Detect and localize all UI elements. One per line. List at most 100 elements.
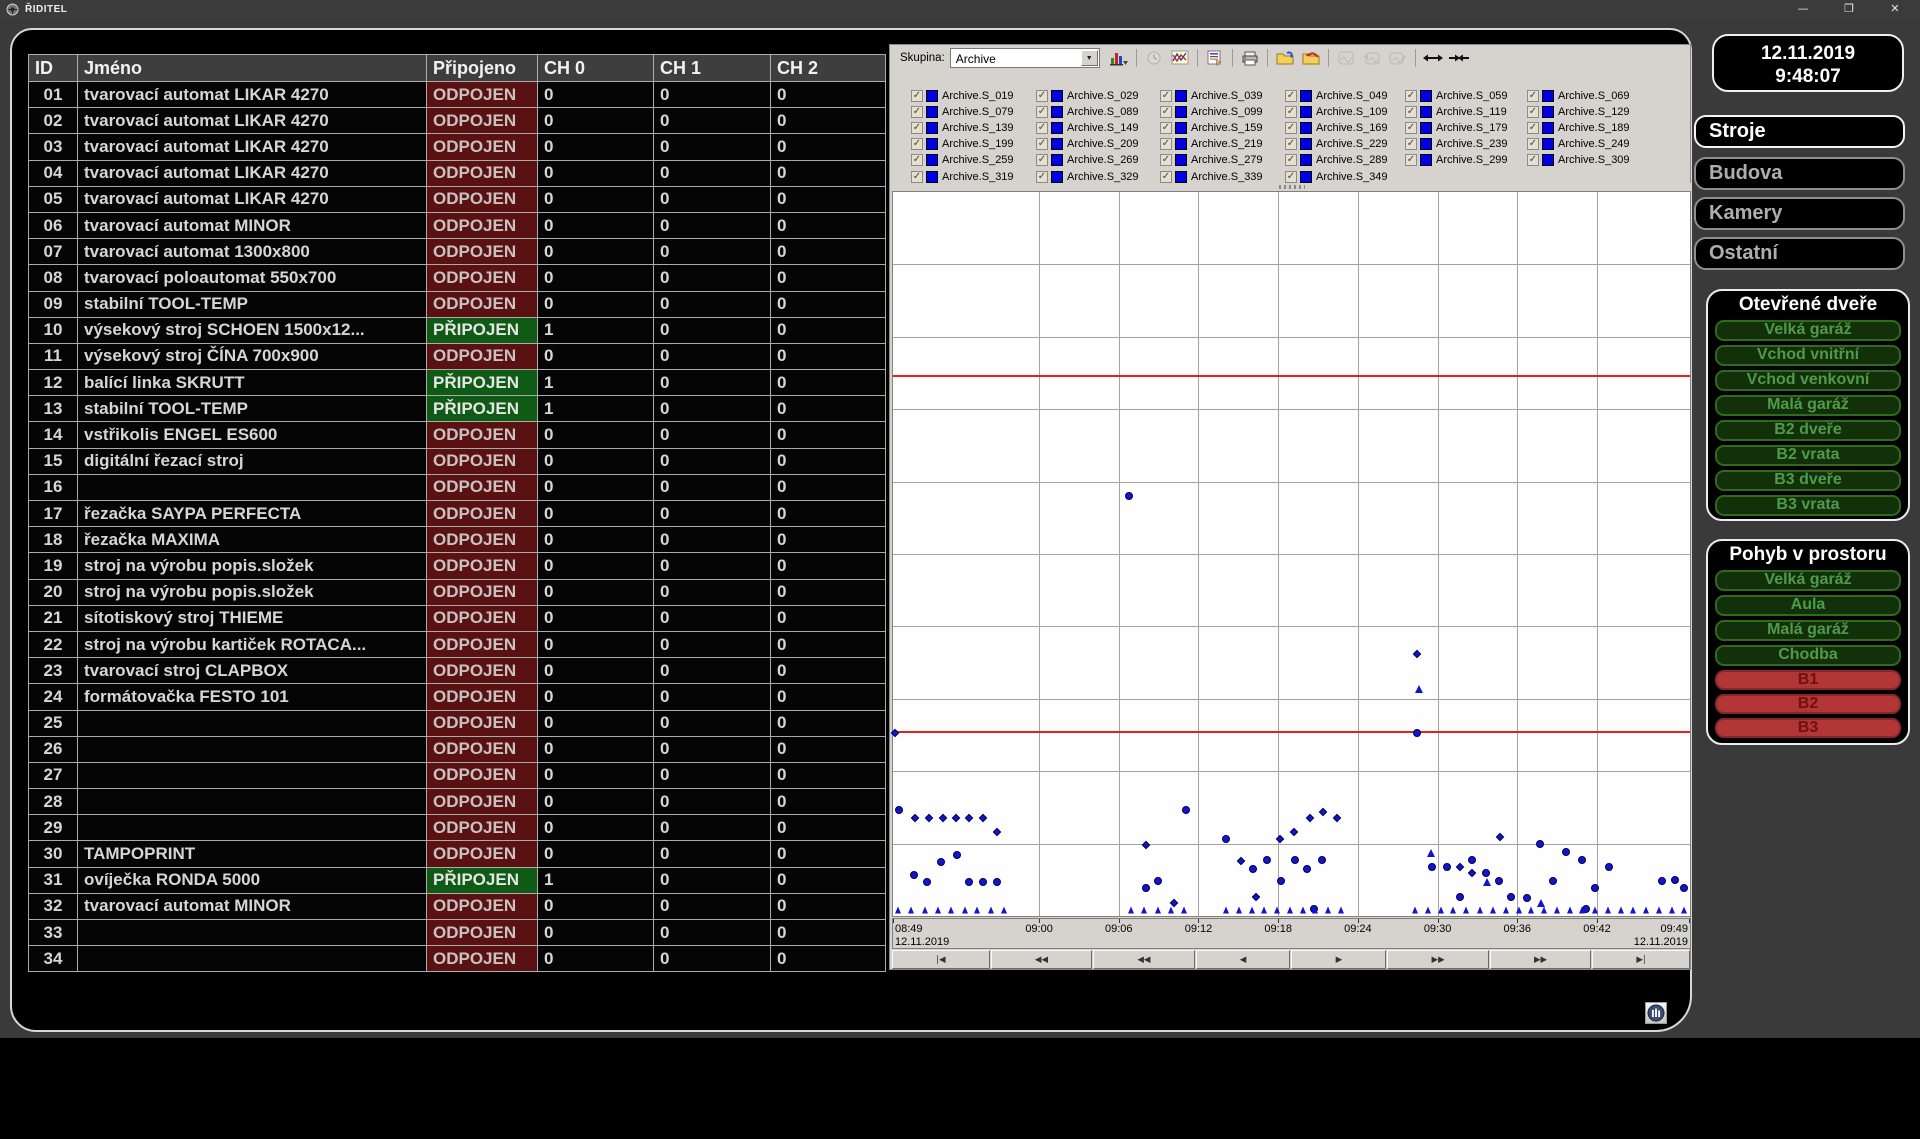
- group-dropdown[interactable]: Archive ▼: [950, 48, 1100, 68]
- machine-row[interactable]: 08tvarovací poloautomat 550x700ODPOJEN00…: [29, 265, 886, 291]
- machine-row[interactable]: 07tvarovací automat 1300x800ODPOJEN000: [29, 239, 886, 265]
- series-checkbox[interactable]: ✓: [1285, 90, 1297, 102]
- motion-alarm-button[interactable]: B3: [1715, 718, 1901, 738]
- restore-button[interactable]: ❐: [1832, 0, 1866, 18]
- series-checkbox[interactable]: ✓: [1160, 171, 1172, 183]
- print-icon[interactable]: [1237, 47, 1263, 69]
- series-checkbox[interactable]: ✓: [1285, 154, 1297, 166]
- series-checkbox[interactable]: ✓: [1285, 122, 1297, 134]
- door-status-button[interactable]: Malá garáž: [1715, 395, 1901, 416]
- series-checkbox[interactable]: ✓: [1527, 154, 1539, 166]
- machine-row[interactable]: 25ODPOJEN000: [29, 710, 886, 736]
- machine-row[interactable]: 27ODPOJEN000: [29, 762, 886, 788]
- machine-row[interactable]: 09stabilní TOOL-TEMPODPOJEN000: [29, 291, 886, 317]
- trend-plot[interactable]: [892, 191, 1691, 917]
- time-nav-button[interactable]: ◀◀: [1093, 950, 1194, 969]
- time-nav-button[interactable]: ◀: [1196, 950, 1291, 969]
- plot-splitter-handle[interactable]: [892, 183, 1691, 191]
- machine-row[interactable]: 33ODPOJEN000: [29, 920, 886, 946]
- time-nav-button[interactable]: ▶: [1291, 950, 1386, 969]
- column-header[interactable]: CH 0: [538, 55, 654, 82]
- folder-export-icon[interactable]: [1298, 47, 1324, 69]
- machine-row[interactable]: 13stabilní TOOL-TEMPPŘIPOJEN100: [29, 396, 886, 422]
- series-checkbox[interactable]: ✓: [1160, 154, 1172, 166]
- expand-horizontal-icon[interactable]: [1420, 47, 1446, 69]
- door-status-button[interactable]: B3 dveře: [1715, 470, 1901, 491]
- machine-row[interactable]: 29ODPOJEN000: [29, 815, 886, 841]
- close-button[interactable]: ✕: [1878, 0, 1912, 18]
- door-status-button[interactable]: Velká garáž: [1715, 320, 1901, 341]
- series-checkbox[interactable]: ✓: [1285, 171, 1297, 183]
- sidebar-nav-ostatní[interactable]: Ostatní: [1694, 237, 1905, 270]
- door-status-button[interactable]: Vchod venkovní: [1715, 370, 1901, 391]
- machine-row[interactable]: 11výsekový stroj ČÍNA 700x900ODPOJEN000: [29, 343, 886, 369]
- machine-row[interactable]: 06tvarovací automat MINORODPOJEN000: [29, 212, 886, 238]
- machine-row[interactable]: 12balící linka SKRUTTPŘIPOJEN100: [29, 370, 886, 396]
- machine-row[interactable]: 10výsekový stroj SCHOEN 1500x12...PŘIPOJ…: [29, 317, 886, 343]
- chevron-down-icon[interactable]: ▼: [1081, 50, 1098, 66]
- motion-status-button[interactable]: Aula: [1715, 595, 1901, 616]
- machine-row[interactable]: 34ODPOJEN000: [29, 946, 886, 972]
- series-checkbox[interactable]: ✓: [1036, 90, 1048, 102]
- time-nav-button[interactable]: ◀◀: [991, 950, 1092, 969]
- chart-settings-button[interactable]: [1645, 1002, 1667, 1024]
- machine-row[interactable]: 16ODPOJEN000: [29, 474, 886, 500]
- machine-row[interactable]: 15digitální řezací strojODPOJEN000: [29, 448, 886, 474]
- series-checkbox[interactable]: ✓: [1160, 138, 1172, 150]
- door-status-button[interactable]: Vchod vnitřní: [1715, 345, 1901, 366]
- motion-status-button[interactable]: Malá garáž: [1715, 620, 1901, 641]
- column-header[interactable]: ID: [29, 55, 78, 82]
- series-checkbox[interactable]: ✓: [1405, 122, 1417, 134]
- machine-row[interactable]: 01tvarovací automat LIKAR 4270ODPOJEN000: [29, 82, 886, 108]
- machine-row[interactable]: 21sítotiskový stroj THIEMEODPOJEN000: [29, 605, 886, 631]
- machine-row[interactable]: 14vstřikolis ENGEL ES600ODPOJEN000: [29, 422, 886, 448]
- sidebar-nav-kamery[interactable]: Kamery: [1694, 197, 1905, 230]
- series-checkbox[interactable]: ✓: [1285, 106, 1297, 118]
- machine-row[interactable]: 20stroj na výrobu popis.složekODPOJEN000: [29, 579, 886, 605]
- door-status-button[interactable]: B2 dveře: [1715, 420, 1901, 441]
- series-checkbox[interactable]: ✓: [1036, 154, 1048, 166]
- series-checkbox[interactable]: ✓: [911, 171, 923, 183]
- series-checkbox[interactable]: ✓: [1160, 122, 1172, 134]
- series-checkbox[interactable]: ✓: [1527, 106, 1539, 118]
- motion-alarm-button[interactable]: B2: [1715, 694, 1901, 714]
- folder-import-icon[interactable]: [1272, 47, 1298, 69]
- door-status-button[interactable]: B3 vrata: [1715, 495, 1901, 516]
- time-nav-button[interactable]: ▶▶: [1490, 950, 1591, 969]
- series-checkbox[interactable]: ✓: [1160, 90, 1172, 102]
- series-checkbox[interactable]: ✓: [1527, 122, 1539, 134]
- machine-row[interactable]: 18řezačka MAXIMAODPOJEN000: [29, 527, 886, 553]
- column-header[interactable]: Jméno: [78, 55, 427, 82]
- machine-row[interactable]: 30TAMPOPRINTODPOJEN000: [29, 841, 886, 867]
- motion-status-button[interactable]: Velká garáž: [1715, 570, 1901, 591]
- column-header[interactable]: CH 2: [771, 55, 886, 82]
- machine-row[interactable]: 22stroj na výrobu kartiček ROTACA...ODPO…: [29, 631, 886, 657]
- report-icon[interactable]: [1202, 47, 1228, 69]
- machine-row[interactable]: 19stroj na výrobu popis.složekODPOJEN000: [29, 553, 886, 579]
- motion-alarm-button[interactable]: B1: [1715, 670, 1901, 690]
- machine-row[interactable]: 03tvarovací automat LIKAR 4270ODPOJEN000: [29, 134, 886, 160]
- series-checkbox[interactable]: ✓: [1036, 171, 1048, 183]
- sidebar-nav-stroje[interactable]: Stroje: [1694, 115, 1905, 148]
- motion-status-button[interactable]: Chodba: [1715, 645, 1901, 666]
- machine-row[interactable]: 32tvarovací automat MINORODPOJEN000: [29, 893, 886, 919]
- sidebar-nav-budova[interactable]: Budova: [1694, 157, 1905, 190]
- collapse-horizontal-icon[interactable]: [1446, 47, 1472, 69]
- minimize-button[interactable]: —: [1786, 0, 1820, 18]
- curves-icon[interactable]: [1167, 47, 1193, 69]
- machine-row[interactable]: 17řezačka SAYPA PERFECTAODPOJEN000: [29, 501, 886, 527]
- machine-row[interactable]: 31ovíječka RONDA 5000PŘIPOJEN100: [29, 867, 886, 893]
- time-nav-button[interactable]: |◀: [892, 950, 990, 969]
- column-header[interactable]: Připojeno: [427, 55, 538, 82]
- series-checkbox[interactable]: ✓: [1527, 90, 1539, 102]
- machine-row[interactable]: 28ODPOJEN000: [29, 789, 886, 815]
- machine-row[interactable]: 05tvarovací automat LIKAR 4270ODPOJEN000: [29, 186, 886, 212]
- machine-row[interactable]: 02tvarovací automat LIKAR 4270ODPOJEN000: [29, 108, 886, 134]
- machine-row[interactable]: 23tvarovací stroj CLAPBOXODPOJEN000: [29, 658, 886, 684]
- series-checkbox[interactable]: ✓: [1405, 90, 1417, 102]
- series-checkbox[interactable]: ✓: [1285, 138, 1297, 150]
- time-nav-button[interactable]: ▶|: [1592, 950, 1690, 969]
- time-nav-button[interactable]: ▶▶: [1387, 950, 1488, 969]
- column-header[interactable]: CH 1: [654, 55, 771, 82]
- machine-row[interactable]: 26ODPOJEN000: [29, 736, 886, 762]
